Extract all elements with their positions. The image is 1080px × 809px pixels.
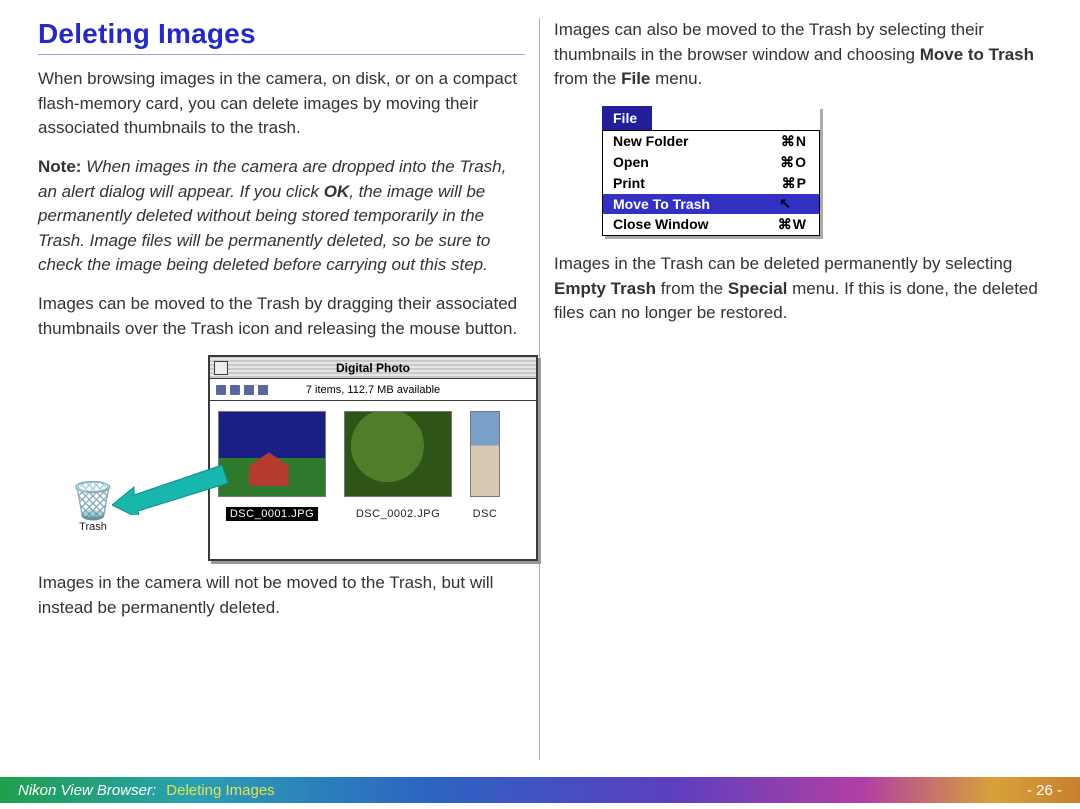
menu-item-label: Open (613, 154, 649, 171)
menu-item-print: Print ⌘P (603, 173, 819, 194)
thumbnail-label: DSC_0002.JPG (352, 507, 444, 521)
text: from the (554, 69, 621, 88)
text: Images in the Trash can be deleted perma… (554, 254, 1012, 273)
bold-empty-trash: Empty Trash (554, 279, 656, 298)
menu-item-shortcut: ⌘W (778, 216, 807, 233)
cursor-icon: ↖ (779, 195, 791, 212)
thumbnail-image (470, 411, 500, 497)
thumbnail-image (218, 411, 326, 497)
drag-arrow-icon (112, 465, 232, 515)
trash-label: Trash (64, 521, 122, 533)
page-title: Deleting Images (38, 18, 525, 50)
thumbnail-label: DSC_0001.JPG (226, 507, 318, 521)
menu-item-label: Print (613, 175, 645, 192)
menu-item-shortcut: ⌘P (782, 175, 807, 192)
window-titlebar: Digital Photo (210, 357, 536, 379)
note-label: Note: (38, 157, 81, 176)
menu-item-label: Close Window (613, 216, 709, 233)
thumbnail: DSC_0001.JPG (218, 411, 326, 521)
move-to-trash-paragraph: Images can also be moved to the Trash by… (554, 18, 1042, 92)
browser-figure: 🗑️ Trash Digital Photo 7 items, 112.7 MB… (68, 355, 525, 561)
thumbnail-image (344, 411, 452, 497)
page-footer: Nikon View Browser: Deleting Images - 26… (0, 777, 1080, 803)
text: menu. (650, 69, 702, 88)
empty-trash-paragraph: Images in the Trash can be deleted perma… (554, 252, 1042, 326)
thumbnail: DSC_0002.JPG (344, 411, 452, 521)
footer-section: Deleting Images (166, 782, 274, 799)
text: from the (656, 279, 728, 298)
note-paragraph: Note: When images in the camera are drop… (38, 155, 525, 278)
menu-item-shortcut: ⌘O (780, 154, 807, 171)
menu-item-shortcut: ⌘N (781, 133, 807, 150)
menu-item-close-window: Close Window ⌘W (603, 214, 819, 235)
menu-item-label: Move To Trash (613, 196, 710, 212)
menu-item-label: New Folder (613, 133, 688, 150)
footer-page-number: - 26 - (1027, 782, 1062, 799)
window-toolbar: 7 items, 112.7 MB available (210, 379, 536, 401)
window-status: 7 items, 112.7 MB available (210, 384, 536, 396)
thumbnail: DSC (470, 411, 500, 521)
title-rule (38, 54, 525, 55)
file-menu-figure: File New Folder ⌘N Open ⌘O Print ⌘P (602, 106, 820, 236)
camera-paragraph: Images in the camera will not be moved t… (38, 571, 525, 620)
bold-move-to-trash: Move to Trash (920, 45, 1034, 64)
note-ok: OK (324, 182, 350, 201)
menu-item-open: Open ⌘O (603, 152, 819, 173)
bold-file: File (621, 69, 650, 88)
drag-paragraph: Images can be moved to the Trash by drag… (38, 292, 525, 341)
footer-app-name: Nikon View Browser: (18, 782, 156, 799)
thumbnail-label: DSC (469, 507, 502, 521)
bold-special: Special (728, 279, 788, 298)
menu-item-move-to-trash: Move To Trash ↖ (603, 194, 819, 214)
browser-window: Digital Photo 7 items, 112.7 MB availabl… (208, 355, 538, 561)
intro-paragraph: When browsing images in the camera, on d… (38, 67, 525, 141)
window-title: Digital Photo (210, 361, 536, 375)
menu-title: File (602, 106, 652, 130)
menu-item-new-folder: New Folder ⌘N (603, 131, 819, 152)
